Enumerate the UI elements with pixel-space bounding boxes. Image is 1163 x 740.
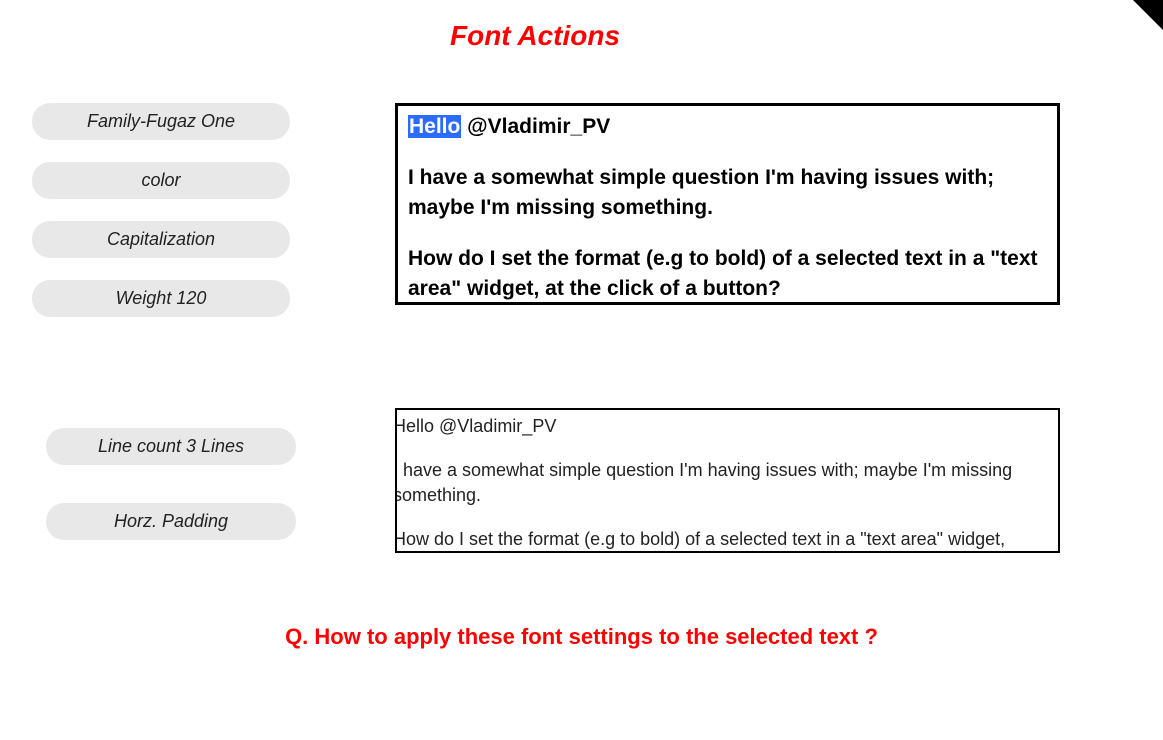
text-area-bold-line1: Hello @Vladimir_PV [408, 112, 1047, 141]
line-count-button[interactable]: Line count 3 Lines [46, 428, 296, 465]
text-area-bold-para3: How do I set the format (e.g to bold) of… [408, 244, 1047, 303]
corner-decoration [1133, 0, 1163, 30]
text-area-normal-para1: Hello @Vladimir_PV [395, 414, 1058, 438]
text-area-normal-para2: I have a somewhat simple question I'm ha… [395, 458, 1058, 507]
text-area-normal-para3: How do I set the format (e.g to bold) of… [395, 527, 1058, 551]
mention-text: @Vladimir_PV [461, 115, 610, 138]
horz-padding-button[interactable]: Horz. Padding [46, 503, 296, 540]
text-area-bold[interactable]: Hello @Vladimir_PV I have a somewhat sim… [395, 103, 1060, 305]
font-capitalization-button[interactable]: Capitalization [32, 221, 290, 258]
page-title: Font Actions [450, 20, 620, 52]
selected-text-highlight: Hello [408, 115, 461, 138]
question-text: Q. How to apply these font settings to t… [0, 624, 1163, 650]
text-area-normal[interactable]: Hello @Vladimir_PV I have a somewhat sim… [395, 408, 1060, 553]
layout-actions-group: Line count 3 Lines Horz. Padding [46, 428, 296, 540]
font-actions-group: Family-Fugaz One color Capitalization We… [32, 103, 290, 317]
text-area-bold-para2: I have a somewhat simple question I'm ha… [408, 163, 1047, 222]
font-color-button[interactable]: color [32, 162, 290, 199]
font-family-button[interactable]: Family-Fugaz One [32, 103, 290, 140]
font-weight-button[interactable]: Weight 120 [32, 280, 290, 317]
